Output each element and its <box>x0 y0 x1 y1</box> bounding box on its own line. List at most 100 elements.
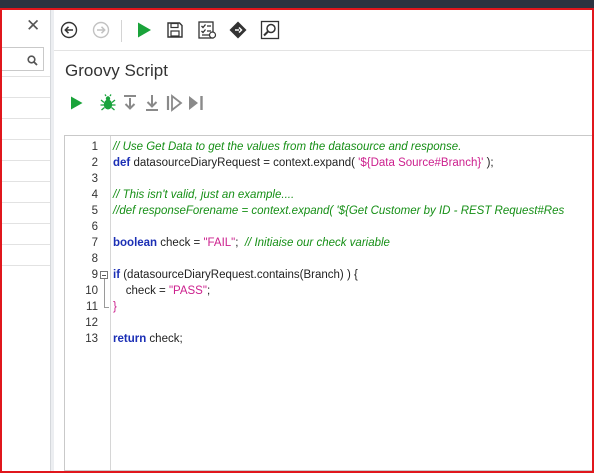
code-token: boolean <box>113 237 158 249</box>
code-token: '${Data Source#Branch}' <box>358 157 484 169</box>
code-text: } <box>113 299 117 315</box>
code-text: // Use Get Data to get the values from t… <box>113 139 461 155</box>
code-token: def <box>113 157 131 169</box>
checklist-button[interactable] <box>196 19 218 41</box>
code-token: datasourceDiaryRequest = context.expand( <box>130 157 359 169</box>
line-number: 5 <box>91 205 98 217</box>
step-over-button[interactable] <box>120 92 140 114</box>
play-icon <box>138 22 151 38</box>
line-number: 3 <box>91 173 98 185</box>
code-token: "FAIL" <box>203 237 236 249</box>
tree-row[interactable] <box>2 181 50 182</box>
code-line[interactable]: 10 check = "PASS"; <box>65 283 594 299</box>
code-text: return check; <box>113 331 183 347</box>
code-line[interactable]: 9 if (datasourceDiaryRequest.contains(Bra… <box>65 267 594 283</box>
fold-guide <box>104 279 105 307</box>
step-into-icon <box>146 95 158 111</box>
page-title: Groovy Script <box>65 61 168 80</box>
play-icon <box>71 96 83 110</box>
code-line[interactable]: 13 return check; <box>65 331 594 347</box>
code-line[interactable]: 3 <box>65 171 594 187</box>
line-number: 1 <box>91 141 98 153</box>
bug-icon <box>100 94 116 111</box>
checklist-icon <box>198 21 217 39</box>
code-token: ); <box>483 157 494 169</box>
code-line[interactable]: 4 // This isn't valid, just an example...… <box>65 187 594 203</box>
navigator-panel: ✕ <box>2 8 50 471</box>
arrow-left-circle-icon <box>60 21 78 39</box>
code-text: def datasourceDiaryRequest = context.exp… <box>113 155 494 171</box>
code-token: if <box>113 269 121 281</box>
code-line[interactable]: 2 def datasourceDiaryRequest = context.ex… <box>65 155 594 171</box>
tree-row[interactable] <box>2 265 50 266</box>
floppy-icon <box>167 22 183 38</box>
code-text: check = "PASS"; <box>113 283 210 299</box>
run-script-button[interactable] <box>66 92 86 114</box>
code-text: //def responseForename = context.expand(… <box>113 203 564 219</box>
line-number: 7 <box>91 237 98 249</box>
line-number: 13 <box>85 333 98 345</box>
code-text: // This isn't valid, just an example.... <box>113 187 294 203</box>
diamond-icon <box>229 21 247 39</box>
code-token: // Use Get Data to get the values from t… <box>113 141 462 153</box>
code-token: ; <box>235 237 245 249</box>
tag-button[interactable] <box>227 19 249 41</box>
run-button[interactable] <box>133 19 155 41</box>
tree-row[interactable] <box>2 76 50 77</box>
back-button[interactable] <box>58 19 80 41</box>
code-line[interactable]: 5 //def responseForename = context.expand… <box>65 203 594 219</box>
forward-button[interactable] <box>90 19 112 41</box>
main-toolbar <box>54 8 592 50</box>
code-token: check = <box>113 285 169 297</box>
tree-row[interactable] <box>2 223 50 224</box>
save-button[interactable] <box>164 19 186 41</box>
step-end-button[interactable] <box>186 92 206 114</box>
search-icon[interactable] <box>27 53 38 71</box>
code-token: //def responseForename = context.expand(… <box>113 205 565 217</box>
code-editor[interactable]: 1 // Use Get Data to get the values from … <box>64 135 594 471</box>
fold-guide-end <box>104 307 109 308</box>
toolbar-separator <box>121 20 122 42</box>
line-number: 2 <box>91 157 98 169</box>
code-text: boolean check = "FAIL"; // Initiaise our… <box>113 235 390 251</box>
line-number: 4 <box>91 189 98 201</box>
tree-row[interactable] <box>2 118 50 119</box>
tree-row[interactable] <box>2 244 50 245</box>
line-number: 8 <box>91 253 98 265</box>
code-line[interactable]: 6 <box>65 219 594 235</box>
panel-splitter[interactable] <box>50 8 54 471</box>
close-icon[interactable]: ✕ <box>26 18 40 35</box>
magnifier-icon <box>260 20 280 40</box>
step-into-button[interactable] <box>142 92 162 114</box>
step-over-icon <box>124 95 136 110</box>
code-token: "PASS" <box>168 285 207 297</box>
inspect-button[interactable] <box>259 19 281 41</box>
line-number: 11 <box>86 301 98 313</box>
code-text: if (datasourceDiaryRequest.contains(Bran… <box>113 267 358 283</box>
code-token: // Initiaise our check variable <box>244 237 390 249</box>
tree-row[interactable] <box>2 139 50 140</box>
code-token: ; <box>206 285 211 297</box>
arrow-right-circle-icon <box>92 21 110 39</box>
tree-row[interactable] <box>2 160 50 161</box>
code-line[interactable]: 1 // Use Get Data to get the values from … <box>65 139 594 155</box>
window-top-bar <box>0 0 594 8</box>
code-token: // This isn't valid, just an example.... <box>113 189 295 201</box>
code-line[interactable]: 12 <box>65 315 594 331</box>
line-number: 9 <box>91 269 98 281</box>
search-input[interactable] <box>2 47 44 71</box>
fold-toggle[interactable] <box>100 271 108 279</box>
code-token: check; <box>146 333 183 345</box>
tree-row[interactable] <box>2 202 50 203</box>
resume-button[interactable] <box>164 92 184 114</box>
code-token: return <box>113 333 147 345</box>
debug-button[interactable] <box>98 92 118 114</box>
code-line[interactable]: 8 <box>65 251 594 267</box>
toolbar-divider <box>54 50 592 51</box>
tree-row[interactable] <box>2 97 50 98</box>
code-line[interactable]: 11} <box>65 299 594 315</box>
code-token: check = <box>157 237 204 249</box>
code-line[interactable]: 7 boolean check = "FAIL"; // Initiaise ou… <box>65 235 594 251</box>
line-number: 6 <box>91 221 98 233</box>
line-number: 10 <box>85 285 98 297</box>
